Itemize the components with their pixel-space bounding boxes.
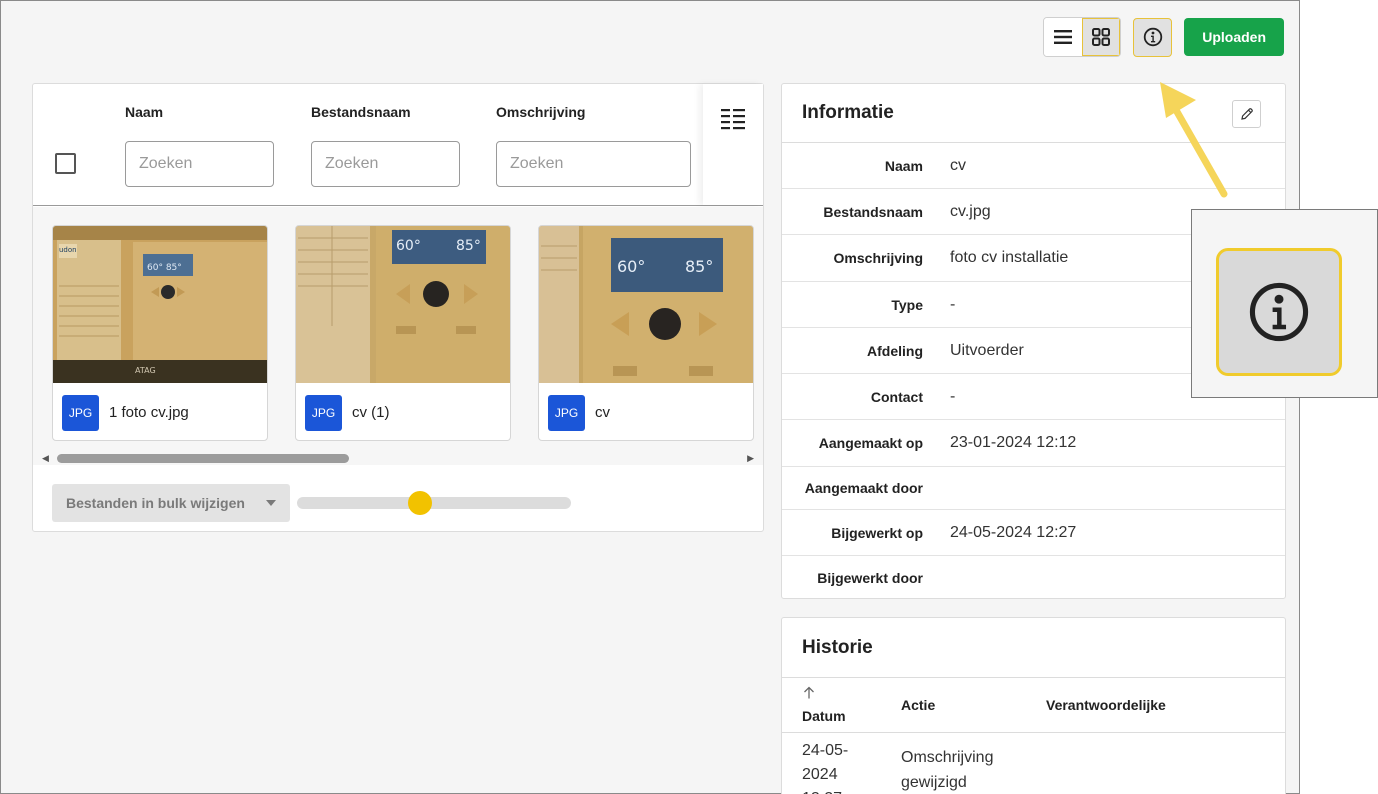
bulk-edit-dropdown[interactable]: Bestanden in bulk wijzigen (52, 484, 290, 522)
file-type-badge: JPG (548, 394, 585, 431)
file-thumbnail: 60° 85° ATAG udon (53, 226, 267, 383)
info-key: Bijgewerkt op (831, 524, 923, 541)
files-panel: Naam Bestandsnaam Omschrijving (32, 83, 764, 532)
file-card[interactable]: 60° 85° JPG cv (1) (295, 225, 511, 441)
svg-text:85°: 85° (456, 238, 481, 254)
info-value: - (950, 387, 956, 405)
thumbnail-grid: 60° 85° ATAG udon JPG 1 foto cv.jpg 60° … (33, 207, 763, 465)
scroll-left-icon[interactable]: ◀ (42, 453, 49, 463)
svg-text:85°: 85° (685, 257, 713, 276)
grid-view-button[interactable] (1082, 18, 1121, 56)
annotation-arrow (1160, 82, 1228, 198)
file-name: 1 foto cv.jpg (109, 404, 189, 421)
upload-button[interactable]: Uploaden (1184, 18, 1284, 56)
file-card-footer: JPG cv (539, 383, 753, 440)
chevron-down-icon (266, 500, 276, 506)
info-value: 23-01-2024 12:12 (950, 434, 1077, 451)
omschrijving-search-input[interactable] (496, 141, 691, 187)
info-icon (1143, 27, 1162, 47)
svg-text:60°: 60° (396, 238, 421, 254)
history-date: 24-05-2024 12:27 (802, 742, 849, 794)
slider-handle[interactable] (408, 491, 433, 515)
scrollbar-thumb[interactable] (57, 454, 349, 463)
history-title: Historie (802, 636, 873, 658)
pencil-icon (1240, 108, 1253, 120)
list-view-button[interactable] (1044, 18, 1083, 56)
sort-arrow-up-icon[interactable] (802, 686, 816, 700)
info-row: Bijgewerkt op 24-05-2024 12:27 (782, 510, 1285, 556)
file-name: cv (1) (352, 404, 390, 421)
file-thumbnail: 60° 85° (539, 226, 753, 383)
file-card-footer: JPG 1 foto cv.jpg (53, 383, 267, 440)
grid-icon (1092, 28, 1111, 46)
info-value: cv.jpg (950, 202, 991, 220)
column-settings-button[interactable] (703, 84, 763, 205)
bestandsnaam-search-input[interactable] (311, 141, 460, 187)
info-value: 24-05-2024 12:27 (950, 523, 1077, 541)
info-key: Afdeling (867, 342, 923, 359)
info-value: Uitvoerder (950, 341, 1024, 359)
info-key: Aangemaakt op (818, 435, 923, 451)
information-title: Informatie (802, 102, 894, 123)
info-icon (1249, 282, 1309, 342)
info-button-zoomed (1216, 248, 1342, 376)
info-row: Bijgewerkt door (782, 556, 1285, 599)
info-row: Aangemaakt door (782, 467, 1285, 510)
column-label-bestandsnaam: Bestandsnaam (311, 104, 411, 120)
filter-header: Naam Bestandsnaam Omschrijving (33, 84, 763, 206)
file-card[interactable]: 60° 85° JPG cv (538, 225, 754, 441)
columns-icon (721, 109, 745, 130)
zoomed-callout (1191, 209, 1378, 398)
file-type-badge: JPG (305, 394, 342, 431)
scroll-right-icon[interactable]: ▶ (747, 453, 754, 463)
list-icon (1054, 30, 1073, 44)
info-key: Bestandsnaam (823, 203, 923, 220)
info-value: - (950, 295, 956, 313)
bulk-edit-label: Bestanden in bulk wijzigen (66, 495, 245, 511)
svg-text:udon: udon (59, 246, 77, 254)
history-column-actie[interactable]: Actie (901, 697, 935, 713)
info-key: Omschrijving (833, 250, 923, 266)
history-action: Omschrijving gewijzigd (901, 749, 994, 791)
select-all-checkbox[interactable] (55, 153, 76, 174)
info-key: Naam (884, 157, 923, 174)
column-label-naam: Naam (125, 104, 164, 120)
svg-text:60°: 60° (617, 257, 645, 276)
naam-search-input[interactable] (125, 141, 274, 187)
svg-text:60° 85°: 60° 85° (147, 263, 182, 273)
info-key: Type (891, 296, 923, 313)
column-label-omschrijving: Omschrijving (496, 104, 586, 120)
info-key: Contact (870, 388, 923, 405)
history-column-verantwoordelijke[interactable]: Verantwoordelijke (1046, 697, 1166, 713)
file-type-badge: JPG (62, 394, 99, 431)
history-panel: Historie Datum Actie Verantwoordelijke 2… (781, 617, 1286, 794)
view-toggle (1043, 17, 1122, 57)
thumbnail-size-slider[interactable] (297, 491, 571, 515)
svg-text:ATAG: ATAG (135, 366, 156, 375)
app-window: Uploaden Naam Bestandsnaam Omschrijving (0, 0, 1300, 794)
file-card-footer: JPG cv (1) (296, 383, 510, 440)
history-column-headers: Datum Actie Verantwoordelijke (782, 678, 1285, 733)
info-row: Aangemaakt op 23-01-2024 12:12 (782, 420, 1285, 467)
info-key: Aangemaakt door (804, 480, 923, 496)
history-header: Historie (782, 618, 1285, 678)
info-value: cv (950, 156, 966, 174)
bulk-actions-bar: Bestanden in bulk wijzigen (52, 484, 763, 522)
horizontal-scrollbar[interactable]: ◀ ▶ (42, 453, 754, 463)
info-value: foto cv installatie (950, 249, 1069, 266)
edit-button[interactable] (1232, 100, 1261, 128)
info-key: Bijgewerkt door (817, 569, 923, 586)
file-thumbnail: 60° 85° (296, 226, 510, 383)
file-name: cv (595, 404, 610, 421)
info-button[interactable] (1133, 17, 1173, 57)
top-toolbar: Uploaden (1043, 17, 1284, 57)
history-column-datum[interactable]: Datum (802, 708, 846, 724)
file-card[interactable]: 60° 85° ATAG udon JPG 1 foto cv.jpg (52, 225, 268, 441)
